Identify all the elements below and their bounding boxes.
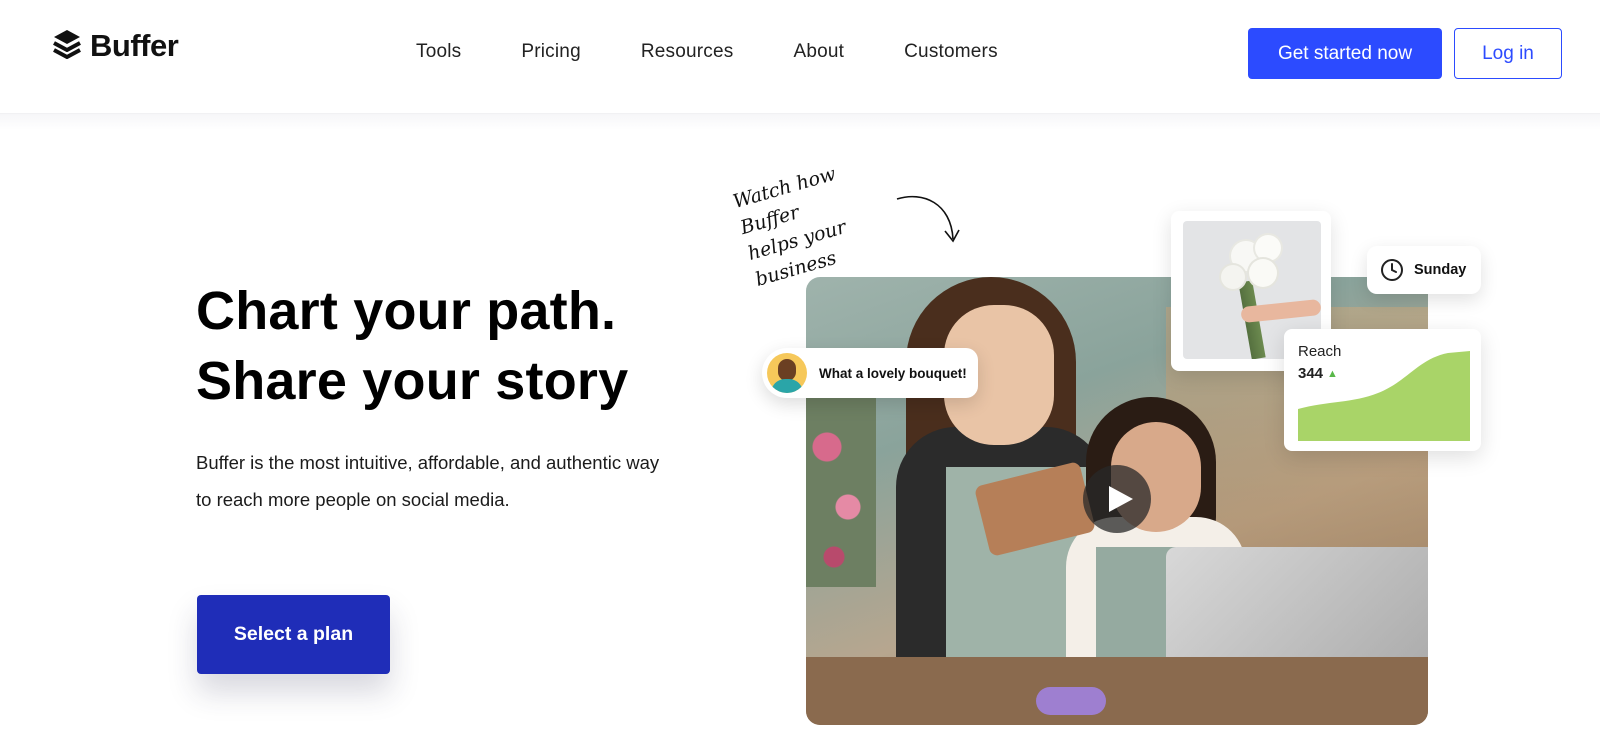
avatar: [767, 353, 807, 393]
comment-bubble: What a lovely bouquet!: [762, 348, 978, 398]
trend-up-icon: ▲: [1327, 367, 1338, 380]
schedule-day: Sunday: [1414, 262, 1467, 278]
nav-about[interactable]: About: [793, 38, 844, 66]
brand-name: Buffer: [90, 28, 179, 63]
play-icon: [1109, 486, 1133, 512]
nav-tools[interactable]: Tools: [416, 38, 461, 66]
reach-value: 344: [1298, 365, 1324, 382]
comment-text: What a lovely bouquet!: [819, 365, 967, 381]
site-header: Buffer Tools Pricing Resources About Cus…: [0, 0, 1600, 114]
video-table: [806, 657, 1428, 725]
select-plan-button[interactable]: Select a plan: [197, 595, 390, 674]
log-in-button[interactable]: Log in: [1454, 28, 1562, 79]
reach-card: Reach 344 ▲: [1284, 329, 1481, 451]
clock-icon: [1381, 259, 1403, 281]
hero-title-line-2: Share your story: [196, 351, 629, 411]
play-button[interactable]: [1083, 465, 1151, 533]
hero-title: Chart your path. Share your story: [196, 276, 716, 416]
nav-pricing[interactable]: Pricing: [521, 38, 580, 66]
reach-label: Reach: [1298, 343, 1342, 360]
video-scissors: [1036, 687, 1106, 715]
schedule-card: Sunday: [1367, 246, 1481, 294]
buffer-logo[interactable]: Buffer: [52, 28, 179, 64]
reach-value-row: 344 ▲: [1298, 365, 1338, 382]
nav-customers[interactable]: Customers: [904, 38, 998, 66]
hero-title-line-1: Chart your path.: [196, 281, 617, 341]
get-started-button[interactable]: Get started now: [1248, 28, 1442, 79]
nav-resources[interactable]: Resources: [641, 38, 734, 66]
buffer-stack-icon: [53, 30, 81, 59]
curved-arrow-icon: [896, 195, 960, 243]
hero-subtitle: Buffer is the most intuitive, affordable…: [196, 452, 660, 510]
main-nav: Tools Pricing Resources About Customers: [416, 38, 1058, 66]
header-divider: [0, 114, 1600, 130]
